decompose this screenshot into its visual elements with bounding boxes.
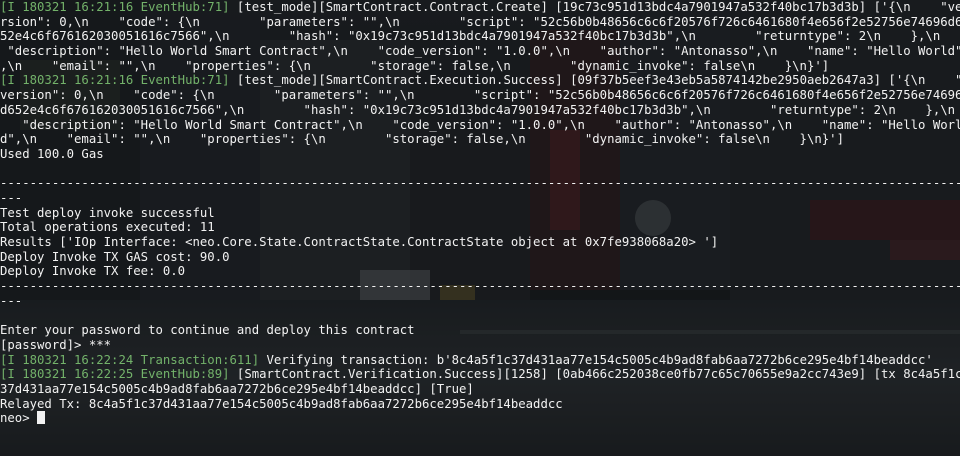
terminal-line: "description": "Hello World Smart Contra… [0, 118, 960, 133]
log-text: ----------------------------------------… [0, 176, 960, 191]
log-text: "description": "Hello World Smart Contra… [0, 117, 960, 132]
text-cursor[interactable] [37, 411, 46, 425]
terminal-line: Results ['IOp Interface: <neo.Core.State… [0, 235, 960, 250]
log-timestamp: [I 180321 16:21:16 EventHub:71] [0, 0, 230, 14]
log-timestamp: [I 180321 16:22:24 Transaction:611] [0, 352, 260, 367]
log-text: Total operations executed: 11 [0, 220, 215, 235]
terminal-line: version": 0,\n "code": {\n "parameters":… [0, 88, 960, 103]
terminal-line: [I 180321 16:22:25 EventHub:89] [SmartCo… [0, 367, 960, 382]
log-text: ----------------------------------------… [0, 279, 960, 294]
log-text: ,\n "email": "",\n "properties": {\n "st… [0, 58, 830, 73]
terminal-line: [I 180321 16:22:24 Transaction:611] Veri… [0, 353, 960, 368]
terminal-line: 37d431aa77e154c5005c4b9ad8fab6aa7272b6ce… [0, 382, 960, 397]
log-text: rsion": 0,\n "code": {\n "parameters": "… [0, 14, 960, 29]
terminal-line: Used 100.0 Gas [0, 147, 960, 162]
terminal-line: --- [0, 191, 960, 206]
terminal-line: 52e4c6f676162030051616c7566",\n "hash": … [0, 29, 960, 44]
terminal-line: --- [0, 294, 960, 309]
terminal-line: ----------------------------------------… [0, 176, 960, 191]
log-text: Deploy Invoke TX fee: 0.0 [0, 264, 186, 279]
terminal-line: Enter your password to continue and depl… [0, 323, 960, 338]
terminal-line: Deploy Invoke TX GAS cost: 90.0 [0, 250, 960, 265]
terminal-line: d652e4c6f676162030051616c7566",\n "hash"… [0, 103, 960, 118]
terminal-line: ,\n "email": "",\n "properties": {\n "st… [0, 59, 960, 74]
terminal-line: "description": "Hello World Smart Contra… [0, 44, 960, 59]
log-text: Results ['IOp Interface: <neo.Core.State… [0, 235, 719, 249]
terminal-line: Test deploy invoke successful [0, 206, 960, 221]
prompt-line[interactable]: neo> [0, 411, 960, 426]
log-text: Deploy Invoke TX GAS cost: 90.0 [0, 249, 230, 264]
shell-prompt: neo> [0, 411, 38, 426]
log-text: Verifying transaction: b'8c4a5f1c37d431a… [259, 352, 933, 367]
log-text: --- [0, 293, 23, 308]
terminal-line: [I 180321 16:21:16 EventHub:71] [test_mo… [0, 0, 960, 15]
log-text: d",\n "email": "",\n "properties": {\n "… [0, 132, 844, 147]
log-text: d652e4c6f676162030051616c7566",\n "hash"… [0, 102, 956, 117]
terminal-line: ----------------------------------------… [0, 279, 960, 294]
log-timestamp: [I 180321 16:22:25 EventHub:89] [0, 367, 230, 382]
terminal-line: Total operations executed: 11 [0, 220, 960, 235]
log-text: Enter your password to continue and depl… [0, 323, 415, 338]
terminal-line: Deploy Invoke TX fee: 0.0 [0, 264, 960, 279]
log-text: 37d431aa77e154c5005c4b9ad8fab6aa7272b6ce… [0, 381, 474, 396]
log-text: [SmartContract.Verification.Success][125… [229, 367, 960, 382]
log-timestamp: [I 180321 16:21:16 EventHub:71] [0, 73, 230, 88]
terminal-line: Relayed Tx: 8c4a5f1c37d431aa77e154c5005c… [0, 397, 960, 412]
log-text: --- [0, 190, 23, 205]
terminal-line: rsion": 0,\n "code": {\n "parameters": "… [0, 15, 960, 30]
log-text: "description": "Hello World Smart Contra… [0, 44, 960, 59]
log-text: Relayed Tx: 8c4a5f1c37d431aa77e154c5005c… [0, 396, 563, 411]
terminal-line: [password]> *** [0, 338, 960, 353]
log-text: Test deploy invoke successful [0, 205, 215, 220]
log-text: [test_mode][SmartContract.Execution.Succ… [229, 73, 960, 88]
log-text: 52e4c6f676162030051616c7566",\n "hash": … [0, 29, 941, 44]
log-text: version": 0,\n "code": {\n "parameters":… [0, 88, 960, 103]
terminal-line: [I 180321 16:21:16 EventHub:71] [test_mo… [0, 73, 960, 88]
terminal-line: d",\n "email": "",\n "properties": {\n "… [0, 132, 960, 147]
log-text: [test_mode][SmartContract.Contract.Creat… [229, 0, 960, 14]
log-text: [password]> *** [0, 337, 112, 352]
terminal-window[interactable]: [I 180321 16:21:16 EventHub:71] [test_mo… [0, 0, 960, 456]
log-text: Used 100.0 Gas [0, 146, 104, 161]
